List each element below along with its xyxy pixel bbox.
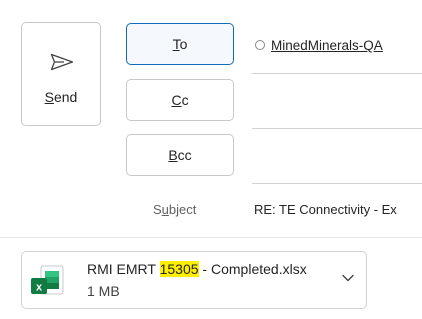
subject-label: Subject — [153, 202, 197, 217]
attachment-name: RMI EMRT 15305 - Completed.xlsx — [87, 261, 307, 277]
excel-file-icon: x — [31, 265, 64, 295]
chevron-down-icon[interactable] — [342, 274, 354, 282]
send-label: Send — [44, 89, 78, 105]
attachment-card[interactable]: x RMI EMRT 15305 - Completed.xlsx 1 MB — [21, 251, 367, 309]
search-highlight: 15305 — [159, 261, 199, 277]
attachment-divider — [0, 237, 422, 238]
to-recipient-name[interactable]: MinedMinerals-QA — [271, 38, 383, 53]
svg-text:x: x — [36, 282, 43, 294]
to-button[interactable]: To — [126, 23, 234, 65]
cc-button[interactable]: Cc — [126, 79, 234, 121]
to-field-underline — [252, 73, 422, 74]
presence-status-icon — [255, 40, 265, 50]
bcc-button[interactable]: Bcc — [126, 134, 234, 176]
attachment-size: 1 MB — [87, 283, 120, 299]
subject-input[interactable]: RE: TE Connectivity - Ex — [254, 202, 397, 217]
send-icon — [50, 53, 74, 71]
cc-field-underline — [252, 128, 422, 129]
to-recipient-chip[interactable]: MinedMinerals-QA — [255, 38, 383, 53]
send-button[interactable]: Send — [21, 22, 101, 126]
bcc-field-underline — [252, 183, 422, 184]
